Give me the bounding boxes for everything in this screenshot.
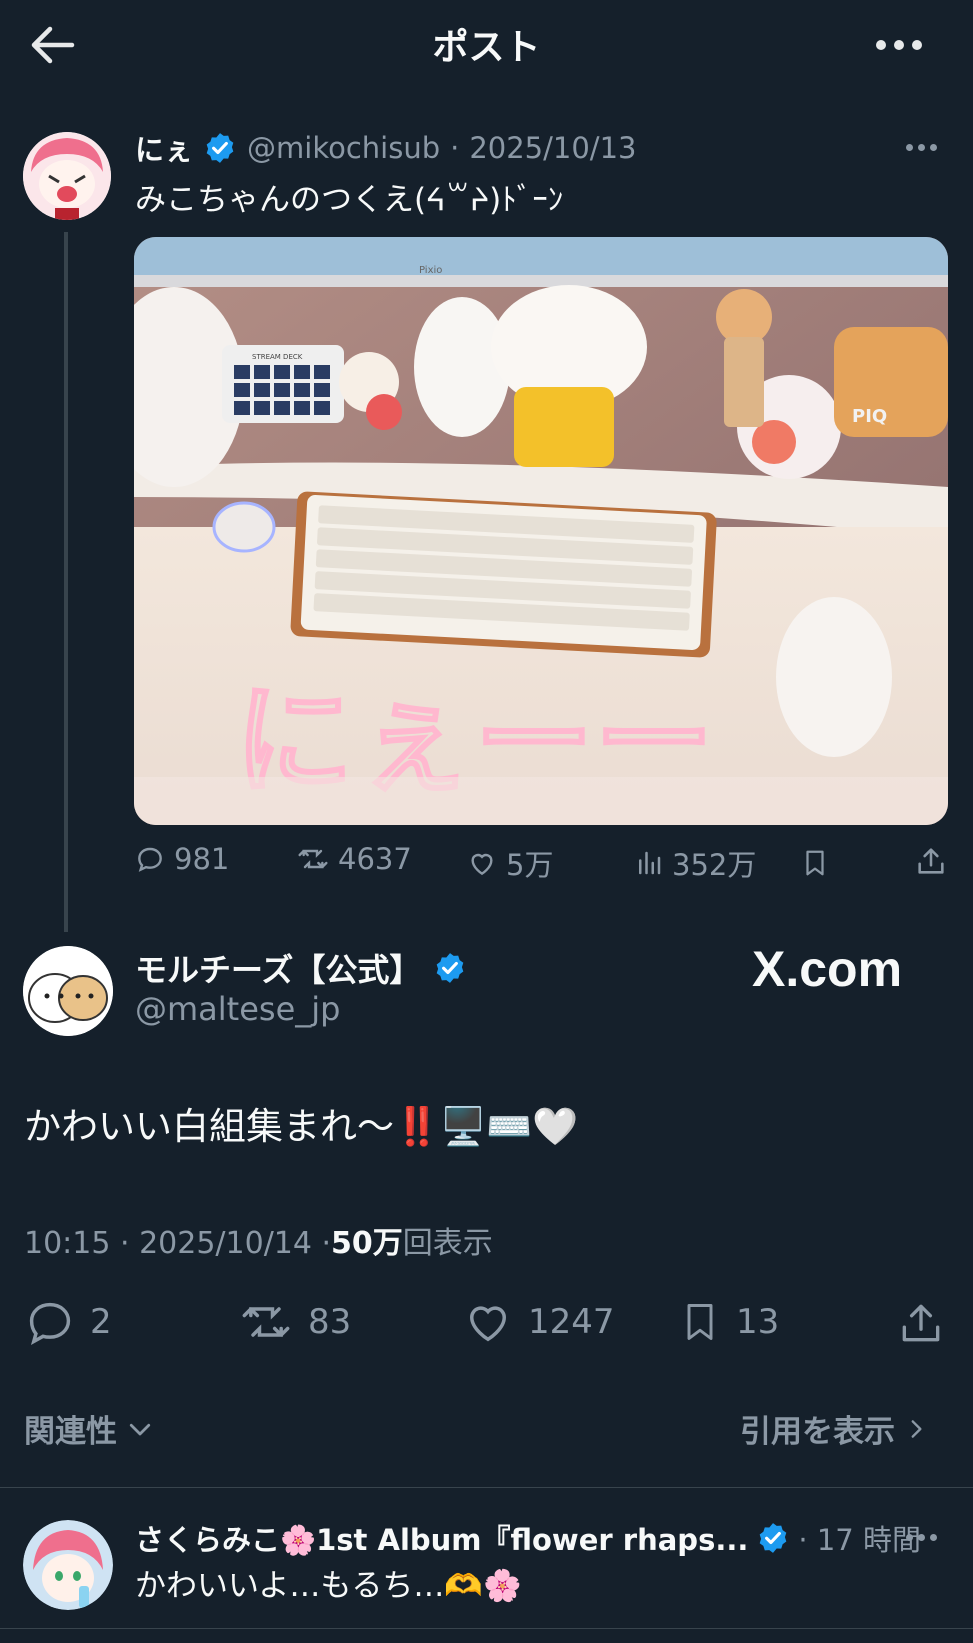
- quoted-display-name[interactable]: にぇ: [135, 127, 193, 169]
- heart-icon: [471, 853, 493, 876]
- quoted-actions: 981 4637 5万 352万: [134, 842, 950, 886]
- verified-badge-icon: [437, 953, 464, 983]
- top-bar: ポスト: [0, 0, 973, 90]
- quoted-avatar[interactable]: [23, 132, 111, 220]
- quoted-views-count: 352万: [672, 848, 757, 882]
- post-text: かわいい白組集まれ〜‼️🖥️⌨️🤍: [24, 1105, 579, 1148]
- more-options-icon[interactable]: [872, 30, 926, 60]
- heart-icon: [470, 1306, 506, 1342]
- bookmark-count: 13: [736, 1302, 780, 1342]
- reply-text: かわいいよ…もるち…🫶🌸: [135, 1568, 522, 1604]
- post-author-row: モルチーズ【公式】: [135, 946, 467, 990]
- divider: [0, 1628, 973, 1629]
- retweet-count: 83: [308, 1302, 352, 1342]
- like-button[interactable]: 1247: [462, 1296, 615, 1348]
- quoted-more-icon[interactable]: [906, 144, 937, 151]
- quoted-text: みこちゃんのつくえ(ᔦ꒳ᔨ)ﾄﾞｰﾝ: [135, 182, 564, 218]
- mug-label: PIQ: [852, 406, 887, 427]
- quoted-share-icon[interactable]: [914, 844, 948, 878]
- reply-more-icon[interactable]: [906, 1534, 937, 1541]
- view-quotes-label: 引用を表示: [740, 1414, 895, 1450]
- xcom-watermark: X.com: [752, 941, 903, 997]
- chevron-right-icon: [911, 1419, 922, 1438]
- quoted-reply-button[interactable]: 981: [134, 842, 229, 876]
- quoted-retweet-button[interactable]: 4637: [296, 842, 412, 876]
- sort-dropdown[interactable]: 関連性: [24, 1406, 155, 1451]
- post-views-count: 50万: [331, 1226, 403, 1261]
- view-quotes-link[interactable]: 引用を表示: [740, 1406, 929, 1451]
- post-avatar[interactable]: [23, 946, 113, 1036]
- verified-badge-icon: [760, 1523, 787, 1553]
- page-title: ポスト: [432, 27, 541, 68]
- post-meta: 10:15 · 2025/10/14 · 50万 回表示: [24, 1218, 493, 1262]
- quoted-like-button[interactable]: 5万: [466, 842, 553, 884]
- quoted-separator: ·: [450, 131, 460, 165]
- reply-avatar[interactable]: [23, 1520, 113, 1610]
- reply-icon: [138, 847, 162, 872]
- views-chart-icon: [639, 851, 661, 875]
- quoted-photo[interactable]: Pixio STREAM DECK PIQ にぇーー: [134, 237, 948, 825]
- quoted-handle[interactable]: @mikochisub: [247, 131, 440, 165]
- reply-display-name[interactable]: さくらみこ🌸1st Album『flower rhaps...: [135, 1517, 748, 1559]
- like-count: 1247: [528, 1302, 615, 1342]
- sort-label: 関連性: [24, 1414, 117, 1450]
- reply-time[interactable]: · 17 時間: [798, 1517, 921, 1559]
- quoted-header: にぇ @mikochisub · 2025/10/13: [135, 128, 636, 168]
- reply-icon: [29, 1302, 71, 1346]
- bookmark-icon: [687, 1304, 713, 1340]
- divider: [0, 1487, 973, 1488]
- quoted-like-count: 5万: [506, 848, 554, 882]
- reply-header: さくらみこ🌸1st Album『flower rhaps... · 17 時間: [135, 1517, 935, 1559]
- stream-deck-label: STREAM DECK: [252, 353, 303, 361]
- post-timestamp[interactable]: 10:15 · 2025/10/14 ·: [24, 1226, 331, 1261]
- quoted-views-button[interactable]: 352万: [634, 842, 756, 884]
- post-handle[interactable]: @maltese_jp: [135, 990, 340, 1028]
- monitor-brand-text: Pixio: [419, 265, 442, 276]
- verified-badge-icon: [206, 133, 234, 163]
- thread-line: [64, 232, 68, 932]
- share-icon[interactable]: [896, 1298, 946, 1348]
- post-actions: 2 83 1247 13: [24, 1296, 944, 1356]
- quoted-reply-count: 981: [174, 842, 230, 876]
- post-views-label: 回表示: [402, 1226, 493, 1261]
- post-display-name[interactable]: モルチーズ【公式】: [135, 945, 421, 991]
- quoted-date[interactable]: 2025/10/13: [469, 131, 636, 165]
- quoted-bookmark-icon[interactable]: [800, 846, 830, 880]
- bookmark-button[interactable]: 13: [678, 1296, 779, 1348]
- chevron-down-icon: [129, 1423, 151, 1435]
- retweet-button[interactable]: 83: [238, 1296, 351, 1348]
- quoted-retweet-count: 4637: [338, 842, 412, 876]
- reply-button[interactable]: 2: [24, 1296, 112, 1348]
- retweet-icon: [242, 1307, 290, 1337]
- retweet-icon: [298, 849, 328, 869]
- reply-count: 2: [90, 1302, 112, 1342]
